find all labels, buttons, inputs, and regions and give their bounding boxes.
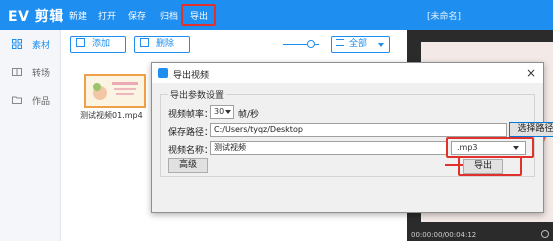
add-button[interactable]: 添加 [70,36,126,53]
format-highlight-box [446,137,534,158]
left-sidebar: 素材 转场 作品 [0,30,61,241]
add-button-label: 添加 [92,39,111,49]
settings-icon[interactable] [541,230,549,238]
fps-unit: 帧/秒 [238,110,260,120]
export-highlight-box [181,4,216,26]
sidebar-item-label: 转场 [32,69,51,79]
export-button-highlight [458,156,522,176]
media-thumbnail[interactable] [84,74,146,108]
sidebar-item-label: 作品 [32,97,51,107]
top-bar: EV 剪辑 新建 打开 保存 归档 导出 [未命名] [0,0,553,30]
folder-icon [12,95,22,105]
browse-path-button[interactable]: 选择路径 [509,122,553,137]
list-icon [336,39,344,46]
menu-new[interactable]: 新建 [69,9,87,22]
delete-button-label: 删除 [156,39,175,49]
chevron-down-icon [378,43,384,47]
name-label: 视频名称： [168,146,214,156]
close-icon[interactable]: × [526,66,536,80]
menu-archive[interactable]: 归档 [160,9,178,22]
path-label: 保存路径： [168,128,214,138]
menu-open[interactable]: 打开 [98,9,116,22]
preview-timecode: 00:00:00/00:04:12 [411,231,477,239]
chevron-down-icon [225,110,231,114]
dialog-title-bar: 导出视频 × [152,63,543,83]
video-name-field[interactable]: 测试视频 [210,141,447,155]
transition-icon [12,67,22,77]
sidebar-item-transitions[interactable]: 转场 [12,66,50,79]
group-title: 导出参数设置 [168,88,227,101]
sidebar-item-label: 素材 [32,41,51,51]
fps-value: 30 [214,107,225,116]
advanced-button[interactable]: 高级 [168,158,208,173]
sidebar-item-works[interactable]: 作品 [12,94,50,107]
media-filename: 测试视频01.mp4 [80,111,143,120]
export-dialog: 导出视频 × 导出参数设置 视频帧率： 30 帧/秒 保存路径： C:/User… [151,62,553,213]
filter-dropdown[interactable]: 全部 [331,36,390,53]
fps-label: 视频帧率： [168,110,214,120]
media-toolbar: 添加 删除 全部 [62,30,406,58]
filter-value: 全部 [349,39,368,49]
document-title: [未命名] [427,12,462,22]
grid-icon [12,39,22,49]
dialog-title: 导出视频 [173,71,210,81]
fps-select[interactable]: 30 [210,105,234,119]
app-icon [158,68,168,78]
zoom-slider-handle[interactable] [307,40,315,48]
menu-save[interactable]: 保存 [128,9,146,22]
sidebar-item-materials[interactable]: 素材 [12,38,50,51]
media-thumbnail-image [86,76,144,106]
app-logo: EV 剪辑 [8,9,64,25]
trash-icon [140,38,149,47]
save-path-field[interactable]: C:/Users/tyqz/Desktop [210,123,507,137]
delete-button[interactable]: 删除 [134,36,190,53]
add-icon [76,38,85,47]
